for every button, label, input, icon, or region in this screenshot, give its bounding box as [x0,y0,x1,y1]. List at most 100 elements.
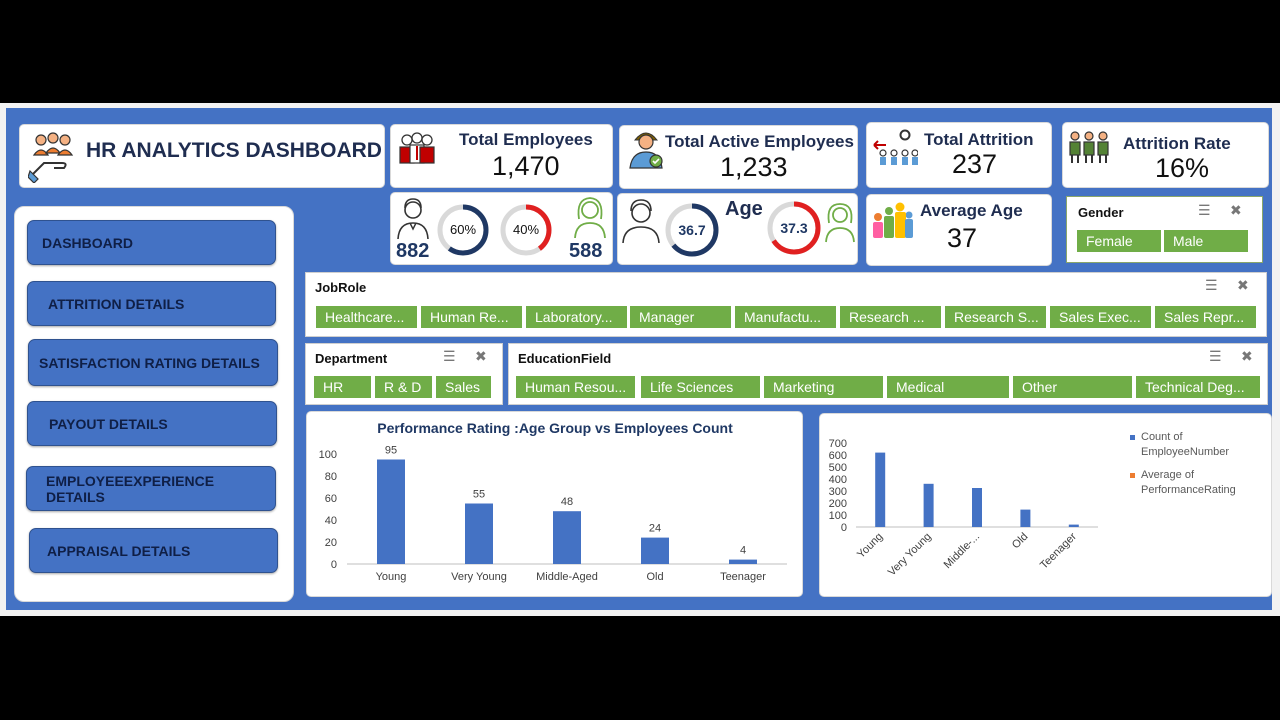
clear-filter-icon[interactable]: ✖ [1237,277,1249,294]
legend-label: Count of [1141,431,1184,443]
slicer-item[interactable]: Life Sciences [641,376,760,398]
legend-label: EmployeeNumber [1141,446,1229,458]
bar [1020,509,1031,527]
total-attrition-value: 237 [952,149,998,179]
page-title: HR ANALYTICS DASHBOARD [86,139,382,162]
total-active-value: 1,233 [720,152,788,182]
slicer-item[interactable]: Technical Deg... [1136,376,1260,398]
bar [465,503,493,564]
female-age-icon [825,203,855,243]
bar [641,537,669,564]
attrition-rate-label: Attrition Rate [1123,134,1231,153]
male-percent-label: 60% [450,222,476,237]
legend-label: PerformanceRating [1141,484,1236,496]
attrition-rate-value: 16% [1155,153,1210,183]
slicer-item[interactable]: Human Resou... [516,376,635,398]
slicer-item[interactable]: Female [1077,230,1161,252]
clear-filter-icon[interactable]: ✖ [475,348,487,365]
y-tick-label: 700 [829,438,847,450]
x-tick-label: Old [1010,531,1031,552]
multi-select-icon[interactable]: ☰ [1198,202,1211,219]
bar [972,488,982,527]
bar [1068,524,1079,527]
slicer-item[interactable]: Healthcare... [316,306,417,328]
nav-button-employeeexperience-details[interactable]: EMPLOYEEEXPERIENCE DETAILS [26,466,276,511]
nav-button-payout-details[interactable]: PAYOUT DETAILS [27,401,277,446]
employee-count-bar-chart: 0100200300400500600700 Young Very Young Mid… [829,431,1236,579]
total-employees-card: Total Employees 1,470 [390,124,613,188]
multi-select-icon[interactable]: ☰ [443,348,456,365]
y-tick-label: 600 [829,450,847,462]
legend-swatch [1130,473,1135,478]
female-age-ring: 37.3 [767,201,821,255]
data-label: 95 [385,445,397,457]
slicer-item[interactable]: HR [314,376,371,398]
multi-select-icon[interactable]: ☰ [1209,348,1222,365]
bar [553,511,581,564]
x-tick-label: Very Young [451,571,507,583]
male-age-value: 36.7 [678,222,705,238]
slicer-item[interactable]: Manager [630,306,731,328]
slicer-item[interactable]: Other [1013,376,1132,398]
x-tick-label: Middle-Aged [536,571,598,583]
nav-button-appraisal-details[interactable]: APPRAISAL DETAILS [29,528,278,573]
slicer-item[interactable]: Laboratory... [526,306,627,328]
y-tick-label: 300 [829,486,847,498]
attrition-rate-people-icon [1069,131,1109,163]
slicer-item[interactable]: Sales [436,376,491,398]
total-active-card: Total Active Employees 1,233 [619,125,858,189]
y-tick-label: 0 [331,559,337,571]
male-count: 882 [396,240,430,262]
slicer-item[interactable]: Manufactu... [735,306,836,328]
y-tick-label: 400 [829,474,847,486]
data-label: 48 [561,496,573,508]
data-label: 55 [473,489,485,501]
y-tick-label: 100 [829,510,847,522]
slicer-item[interactable]: Sales Exec... [1050,306,1151,328]
gender-slicer: Gender ☰ ✖ Female Male [1066,196,1263,263]
clear-filter-icon[interactable]: ✖ [1230,202,1242,219]
y-tick-label: 60 [325,493,337,505]
family-ages-icon [873,202,913,238]
bar [729,559,757,564]
slicer-item[interactable]: Medical [887,376,1009,398]
x-tick-label: Very Young [886,531,934,579]
female-count: 588 [569,240,603,262]
educationfield-slicer-title: EducationField [518,351,612,366]
clear-filter-icon[interactable]: ✖ [1241,348,1253,365]
slicer-item[interactable]: Human Re... [421,306,522,328]
employees-group-icon [399,132,435,164]
y-tick-label: 40 [325,515,337,527]
slicer-item[interactable]: Marketing [764,376,883,398]
slicer-item[interactable]: R & D [375,376,432,398]
slicer-item[interactable]: Research ... [840,306,941,328]
gender-slicer-title: Gender [1078,205,1124,220]
legend-label: Average of [1141,469,1195,481]
x-tick-label: Young [376,571,407,583]
slicer-item[interactable]: Research S... [945,306,1046,328]
male-age-icon [622,199,660,244]
data-label: 4 [740,545,746,557]
total-active-label: Total Active Employees [665,132,854,151]
y-tick-label: 500 [829,462,847,474]
nav-button-attrition-details[interactable]: ATTRITION DETAILS [27,281,276,326]
male-age-ring: 36.7 [665,203,719,257]
slicer-item[interactable]: Sales Repr... [1155,306,1256,328]
slicer-item[interactable]: Male [1164,230,1248,252]
average-age-label: Average Age [920,201,1023,220]
y-tick-label: 200 [829,498,847,510]
x-tick-label: Old [646,571,663,583]
hr-team-hand-icon [28,132,74,183]
total-attrition-label: Total Attrition [924,130,1034,149]
y-tick-label: 80 [325,471,337,483]
nav-button-satisfaction-rating-details[interactable]: SATISFACTION RATING DETAILS [28,339,278,386]
data-label: 24 [649,523,661,535]
y-tick-label: 100 [319,449,337,461]
nav-button-dashboard[interactable]: DASHBOARD [27,220,276,265]
multi-select-icon[interactable]: ☰ [1205,277,1218,294]
y-tick-label: 20 [325,537,337,549]
female-percent-ring: 40% [500,204,552,256]
legend-swatch [1130,435,1135,440]
performance-rating-bar-chart: Performance Rating :Age Group vs Employe… [319,420,787,583]
average-age-card: Average Age 37 [866,194,1052,266]
